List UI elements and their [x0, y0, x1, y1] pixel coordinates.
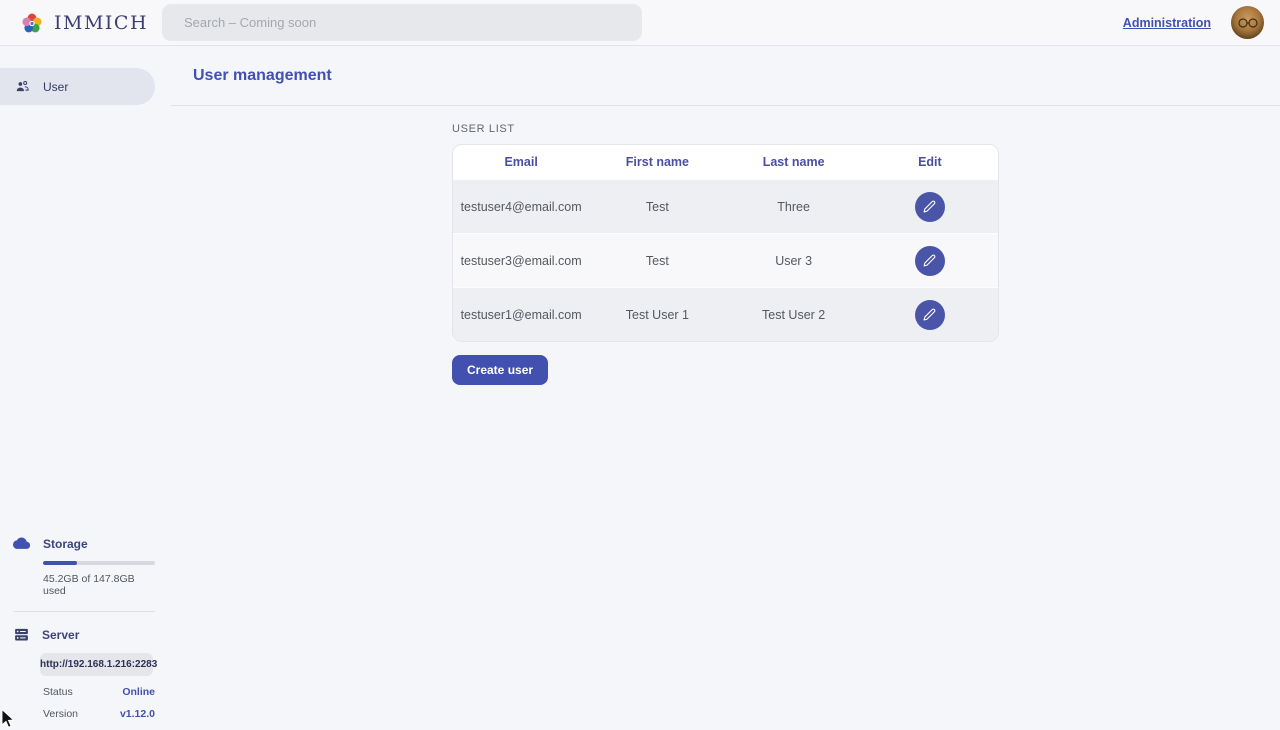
search-input[interactable] [162, 4, 642, 41]
sidebar-item-user-label: User [43, 80, 68, 94]
server-version-row: Version v1.12.0 [43, 708, 155, 720]
status-value: Online [122, 686, 155, 698]
create-user-button[interactable]: Create user [452, 355, 548, 385]
glasses-icon [1237, 17, 1259, 29]
user-list-label: USER LIST [452, 123, 999, 135]
user-email: testuser4@email.com [453, 200, 589, 214]
version-value: v1.12.0 [120, 708, 155, 720]
server-section-header: Server [0, 626, 155, 643]
user-last-name: Three [726, 200, 862, 214]
pencil-icon [923, 254, 936, 267]
column-header-first-name: First name [589, 155, 725, 169]
storage-usage-text: 45.2GB of 147.8GB used [43, 573, 155, 597]
user-table: Email First name Last name Edit testuser… [452, 144, 999, 342]
server-url: http://192.168.1.216:2283 [40, 653, 153, 676]
storage-title: Storage [43, 537, 88, 551]
edit-user-button[interactable] [915, 246, 945, 276]
logo-text: IMMICH [54, 12, 148, 34]
user-avatar[interactable] [1231, 6, 1264, 39]
column-header-email: Email [453, 155, 589, 169]
page-title: User management [193, 67, 332, 85]
storage-section-header: Storage [0, 535, 155, 553]
pencil-icon [923, 308, 936, 321]
sidebar-divider [14, 611, 155, 612]
table-row: testuser1@email.com Test User 1 Test Use… [453, 287, 998, 341]
server-icon [13, 626, 30, 643]
storage-progress-bar [43, 561, 155, 565]
server-title: Server [42, 628, 79, 642]
users-icon [14, 78, 31, 95]
version-label: Version [43, 708, 78, 720]
table-header-row: Email First name Last name Edit [453, 145, 998, 179]
table-row: testuser4@email.com Test Three [453, 179, 998, 233]
user-email: testuser1@email.com [453, 308, 589, 322]
user-first-name: Test [589, 254, 725, 268]
sidebar-status-panel: Storage 45.2GB of 147.8GB used Server ht… [0, 535, 155, 720]
app-header: IMMICH Administration [0, 0, 1280, 46]
cloud-icon [13, 535, 31, 553]
user-first-name: Test User 1 [589, 308, 725, 322]
immich-flower-icon [18, 9, 46, 37]
admin-sidebar: User Storage 45.2GB of 147.8GB used S [0, 47, 155, 730]
administration-link[interactable]: Administration [1123, 16, 1211, 30]
sidebar-item-user[interactable]: User [0, 68, 155, 105]
main-content: User management USER LIST Email First na… [171, 47, 1280, 730]
status-label: Status [43, 686, 73, 698]
edit-user-button[interactable] [915, 192, 945, 222]
immich-logo[interactable]: IMMICH [0, 9, 162, 37]
user-first-name: Test [589, 200, 725, 214]
table-row: testuser3@email.com Test User 3 [453, 233, 998, 287]
user-last-name: Test User 2 [726, 308, 862, 322]
column-header-last-name: Last name [726, 155, 862, 169]
edit-user-button[interactable] [915, 300, 945, 330]
column-header-edit: Edit [862, 155, 998, 169]
storage-progress-fill [43, 561, 77, 565]
page-title-bar: User management [171, 47, 1280, 106]
user-email: testuser3@email.com [453, 254, 589, 268]
server-status-row: Status Online [43, 686, 155, 698]
pencil-icon [923, 200, 936, 213]
user-last-name: User 3 [726, 254, 862, 268]
